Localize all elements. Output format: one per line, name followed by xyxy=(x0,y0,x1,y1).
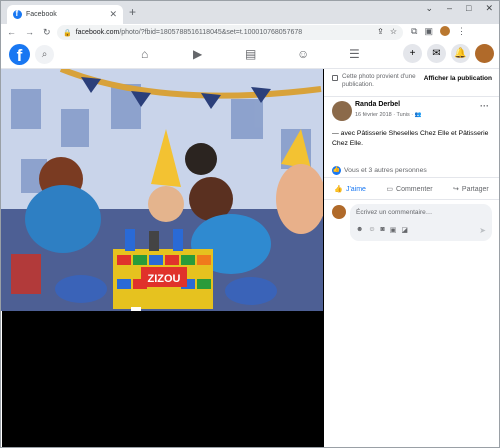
share-arrow-icon: ↪ xyxy=(453,186,459,193)
maximize-icon[interactable]: □ xyxy=(466,3,471,14)
browser-toolbar: ← → ↻ 🔒 facebook.com/photo/?fbid=1805788… xyxy=(1,24,499,41)
notice-text: Cette photo provient d'une publication. xyxy=(342,73,416,88)
browser-tab[interactable]: Facebook ✕ xyxy=(7,5,123,24)
cake-name-text: ZIZOU xyxy=(148,273,181,285)
share-label: Partager xyxy=(461,185,489,193)
sticker-icon[interactable]: ◪ xyxy=(401,226,408,234)
profile-avatar[interactable] xyxy=(439,26,450,36)
more-options-icon[interactable]: ··· xyxy=(480,101,489,111)
account-avatar[interactable] xyxy=(475,44,494,63)
tab-strip: Facebook ✕ + ⌄ – □ ✕ xyxy=(1,1,499,24)
reactions-summary[interactable]: 👍 Vous et 3 autres personnes xyxy=(332,166,427,175)
divider xyxy=(324,96,499,97)
sidebar-icon[interactable]: ▣ xyxy=(424,26,433,37)
post-side-panel: Cette photo provient d'une publication. … xyxy=(324,69,499,447)
messenger-icon[interactable]: ✉ xyxy=(427,44,446,63)
lock-icon: 🔒 xyxy=(63,29,72,37)
send-icon[interactable]: ➤ xyxy=(479,226,486,235)
reactions-text: Vous et 3 autres personnes xyxy=(344,167,427,174)
marketplace-icon[interactable]: ▤ xyxy=(245,47,256,61)
party-photo: ZIZOU xyxy=(1,69,323,311)
extensions-icon[interactable]: ⧉ xyxy=(411,26,417,37)
post-actions: 👍 J'aime ▭ Commenter ↪ Partager xyxy=(324,181,499,197)
emoji-icon[interactable]: ☺ xyxy=(368,226,375,234)
divider xyxy=(324,199,499,200)
author-avatar[interactable] xyxy=(332,101,352,121)
gif-icon[interactable]: ▣ xyxy=(390,226,397,234)
watch-icon[interactable]: ▶ xyxy=(193,47,202,61)
chevron-down-icon[interactable]: ⌄ xyxy=(425,3,433,14)
create-icon[interactable]: + xyxy=(403,44,422,63)
divider xyxy=(324,177,499,178)
view-post-button[interactable]: Afficher la publication xyxy=(424,75,492,82)
post-caption: — avec Pâtisserie Sheselles Chez Elle et… xyxy=(332,130,489,147)
url-path: /photo/?fbid=1805788516118045&set=t.1000… xyxy=(119,29,303,36)
comment-input[interactable]: Écrivez un commentaire… xyxy=(356,209,432,216)
facebook-logo[interactable]: f xyxy=(9,44,30,65)
notifications-icon[interactable]: 🔔 xyxy=(451,44,470,63)
groups-icon[interactable]: ☺ xyxy=(297,47,309,61)
close-window-icon[interactable]: ✕ xyxy=(485,3,493,14)
browser-window: Facebook ✕ + ⌄ – □ ✕ ← → ↻ 🔒 facebook.co… xyxy=(0,0,500,448)
home-icon[interactable]: ⌂ xyxy=(141,47,148,61)
minimize-icon[interactable]: – xyxy=(447,3,452,14)
friends-audience-icon: 👥 xyxy=(414,112,422,118)
post-meta: 16 février 2018 · Tunis · 👥 xyxy=(355,112,421,118)
info-icon xyxy=(332,75,338,81)
author-name[interactable]: Randa Derbel xyxy=(355,101,400,108)
back-icon[interactable]: ← xyxy=(7,27,16,38)
search-icon[interactable]: ⌕ xyxy=(35,45,54,64)
like-label: J'aime xyxy=(345,185,366,193)
forward-icon[interactable]: → xyxy=(25,27,34,38)
new-tab-icon[interactable]: + xyxy=(129,5,136,19)
address-bar[interactable]: 🔒 facebook.com/photo/?fbid=1805788516118… xyxy=(57,25,403,40)
url-host: facebook.com xyxy=(75,29,120,36)
commenter-avatar[interactable] xyxy=(332,205,346,219)
like-button[interactable]: 👍 J'aime xyxy=(334,185,366,194)
comment-icon: ▭ xyxy=(386,186,394,193)
avatar-sticker-icon[interactable]: ☻ xyxy=(356,226,363,234)
comment-button[interactable]: ▭ Commenter xyxy=(386,185,433,194)
comment-label: Commenter xyxy=(396,185,433,193)
menu-icon[interactable]: ⋮ xyxy=(457,26,466,37)
party-photo-illustration: ZIZOU xyxy=(1,69,323,311)
facebook-navbar: f ⌕ ⌂ ▶ ▤ ☺ ☰ + ✉ 🔔 xyxy=(1,41,499,69)
thumbs-up-icon: 👍 xyxy=(334,186,343,193)
tab-title: Facebook xyxy=(26,11,57,18)
bookmark-star-icon[interactable]: ☆ xyxy=(390,27,397,36)
facebook-favicon-icon xyxy=(13,9,22,19)
post-date-location[interactable]: 16 février 2018 · Tunis · xyxy=(355,112,415,118)
share-icon[interactable]: ⇪ xyxy=(377,27,384,36)
comment-box[interactable]: Écrivez un commentaire… ☻ ☺ ◙ ▣ ◪ ➤ xyxy=(350,204,492,241)
camera-icon[interactable]: ◙ xyxy=(381,226,385,234)
like-reaction-icon: 👍 xyxy=(332,166,341,175)
share-button[interactable]: ↪ Partager xyxy=(453,185,489,194)
reload-icon[interactable]: ↻ xyxy=(43,27,51,38)
post-source-notice: Cette photo provient d'une publication. … xyxy=(332,73,492,93)
menu-icon[interactable]: ☰ xyxy=(349,47,360,61)
close-tab-icon[interactable]: ✕ xyxy=(109,9,117,20)
